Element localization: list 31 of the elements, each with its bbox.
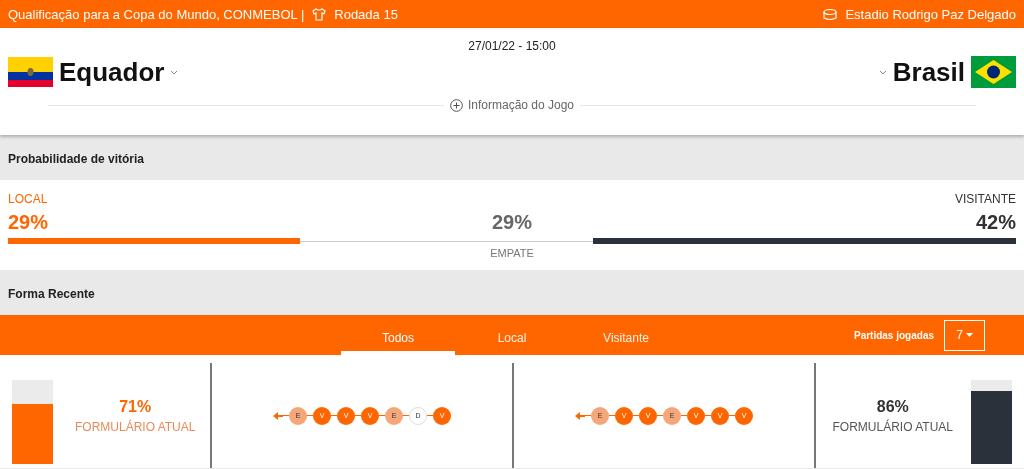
stadium-icon <box>823 7 838 21</box>
match-datetime: 27/01/22 - 15:00 <box>468 39 556 53</box>
caret-icon <box>965 333 973 337</box>
form-percentage: 86% <box>876 397 909 416</box>
draw-probability: 29% <box>492 211 532 234</box>
chevron-down-icon[interactable] <box>878 69 887 75</box>
flag-icon <box>971 56 1016 88</box>
home-probability: 29% <box>8 211 49 234</box>
home-label: LOCAL <box>8 192 48 206</box>
section-title: Probabilidade de vitória <box>7 150 146 168</box>
stadium-text: Estadio Rodrigo Paz Delgado <box>845 6 1016 22</box>
matches-played-label: Partidas jogadas <box>853 329 934 341</box>
draw-label: EMPATE <box>490 247 534 259</box>
match-info-link[interactable]: Informação do Jogo <box>449 98 575 112</box>
round-text: Rodada 15 <box>334 6 398 22</box>
away-probability: 42% <box>975 211 1016 234</box>
chevron-down-icon[interactable] <box>170 69 179 75</box>
filter-tab[interactable]: Local <box>455 315 569 355</box>
team-name: Brasil <box>892 56 965 88</box>
matches-played-select[interactable]: 7 <box>944 319 985 351</box>
form-percentage: 71% <box>119 397 152 416</box>
flag-icon <box>8 57 53 87</box>
competition-text: Qualificação para a Copa do Mundo, CONMEBOL | <box>8 6 305 22</box>
form-label: FORMULÁRIO ATUAL <box>75 419 196 434</box>
plus-icon <box>449 98 463 112</box>
form-label: FORMULÁRIO ATUAL <box>832 419 953 434</box>
filter-tab[interactable]: Visitante <box>569 315 683 355</box>
shirt-icon <box>312 7 327 21</box>
away-label: VISITANTE <box>954 192 1016 206</box>
team-name: Equador <box>59 56 165 88</box>
section-title: Forma Recente <box>7 285 96 303</box>
